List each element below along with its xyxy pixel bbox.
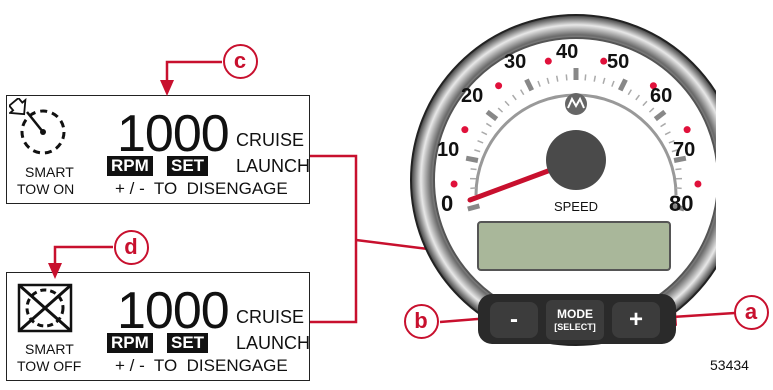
- plus-button[interactable]: +: [612, 302, 660, 338]
- mode-select-button[interactable]: MODE [SELECT]: [546, 300, 604, 340]
- red-dot: [694, 180, 702, 188]
- red-dot: [450, 180, 458, 188]
- major-tick: [465, 155, 479, 163]
- major-tick: [467, 203, 481, 212]
- callout-d: d: [114, 230, 149, 265]
- scale-label-30: 30: [504, 51, 527, 73]
- minus-button[interactable]: -: [490, 302, 538, 338]
- scale-label-80: 80: [669, 191, 694, 216]
- scale-label-0: 0: [441, 191, 454, 216]
- scale-label-10: 10: [437, 139, 460, 161]
- minor-tick: [675, 168, 682, 171]
- scale-label-60: 60: [650, 85, 673, 107]
- minor-tick: [470, 168, 477, 171]
- scale-label-40: 40: [556, 41, 579, 63]
- callout-c: c: [223, 44, 258, 79]
- minor-tick: [584, 74, 587, 81]
- red-dot: [683, 126, 691, 134]
- red-dot: [495, 82, 503, 90]
- red-dot: [461, 126, 469, 134]
- gauge-label: SPEED: [554, 199, 598, 214]
- figure-number: 53434: [710, 357, 749, 373]
- gauge-lcd: [477, 221, 671, 271]
- scale-label-20: 20: [461, 85, 484, 107]
- scale-label-70: 70: [673, 139, 696, 161]
- scale-label-50: 50: [607, 51, 630, 73]
- needle-hub: [546, 130, 606, 190]
- red-dot: [544, 57, 552, 65]
- minor-tick: [565, 74, 568, 81]
- callout-a: a: [734, 295, 769, 330]
